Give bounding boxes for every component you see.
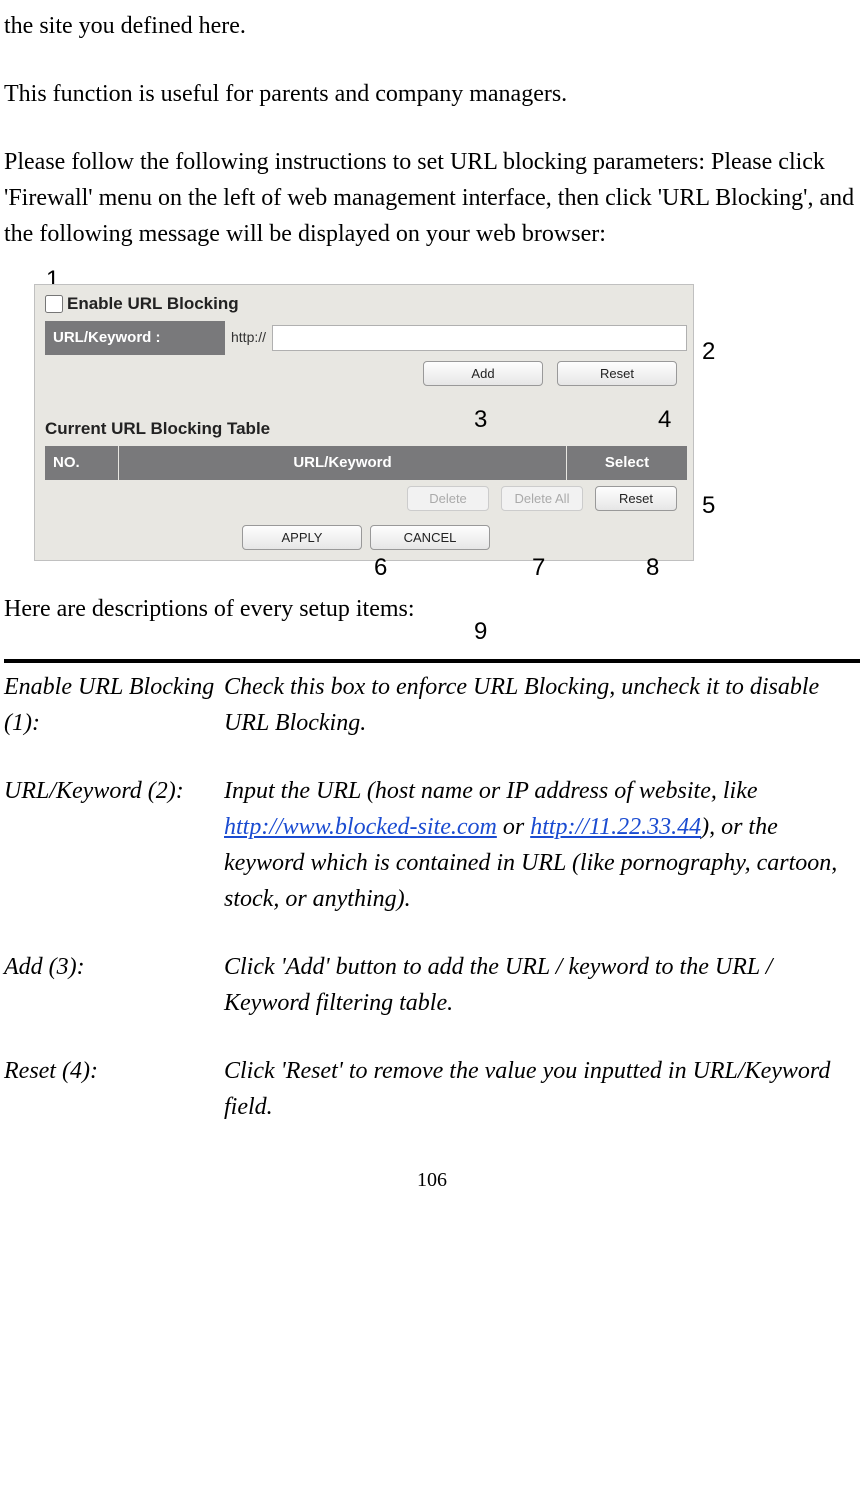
desc-label-reset: Reset (4):	[4, 1053, 224, 1125]
reset-button[interactable]: Reset	[557, 361, 677, 386]
add-button[interactable]: Add	[423, 361, 543, 386]
desc-url-pre: Input the URL (host name or IP address o…	[224, 778, 758, 804]
apply-button[interactable]: APPLY	[242, 525, 362, 550]
screenshot-wrapper: 1 Enable URL Blocking URL/Keyword : http…	[4, 284, 860, 561]
intro-line-3: Please follow the following instructions…	[4, 144, 860, 252]
annot-5: 5	[702, 488, 715, 524]
page-number: 106	[4, 1165, 860, 1195]
blocked-site-link[interactable]: http://www.blocked-site.com	[224, 814, 497, 840]
ip-link[interactable]: http://11.22.33.44	[530, 814, 701, 840]
divider	[4, 659, 860, 663]
intro-line-2: This function is useful for parents and …	[4, 76, 860, 112]
desc-row-url: URL/Keyword (2): Input the URL (host nam…	[4, 773, 860, 917]
url-keyword-label: URL/Keyword :	[45, 321, 225, 356]
desc-value-enable: Check this box to enforce URL Blocking, …	[224, 669, 860, 741]
http-prefix: http://	[231, 327, 266, 348]
desc-row-add: Add (3): Click 'Add' button to add the U…	[4, 949, 860, 1021]
th-no: NO.	[45, 446, 119, 481]
annot-8: 8	[646, 550, 659, 586]
desc-row-enable: Enable URL Blocking (1): Check this box …	[4, 669, 860, 741]
enable-url-blocking-label: Enable URL Blocking	[67, 291, 239, 317]
annot-7: 7	[532, 550, 545, 586]
enable-url-blocking-checkbox[interactable]	[45, 295, 63, 313]
description-table: Enable URL Blocking (1): Check this box …	[4, 669, 860, 1125]
url-blocking-panel: Enable URL Blocking URL/Keyword : http:/…	[34, 284, 694, 561]
desc-value-url: Input the URL (host name or IP address o…	[224, 773, 860, 917]
reset-table-button[interactable]: Reset	[595, 486, 677, 511]
annot-6: 6	[374, 550, 387, 586]
th-select: Select	[567, 446, 687, 481]
delete-all-button[interactable]: Delete All	[501, 486, 583, 511]
desc-row-reset: Reset (4): Click 'Reset' to remove the v…	[4, 1053, 860, 1125]
delete-button[interactable]: Delete	[407, 486, 489, 511]
cancel-button[interactable]: CANCEL	[370, 525, 490, 550]
desc-heading: Here are descriptions of every setup ite…	[4, 591, 860, 627]
url-keyword-input[interactable]	[272, 325, 687, 351]
table-header: NO. URL/Keyword Select	[45, 446, 687, 481]
desc-value-reset: Click 'Reset' to remove the value you in…	[224, 1053, 860, 1125]
desc-value-add: Click 'Add' button to add the URL / keyw…	[224, 949, 860, 1021]
desc-url-mid: or	[497, 814, 530, 840]
annot-9: 9	[474, 614, 487, 650]
desc-label-enable: Enable URL Blocking (1):	[4, 669, 224, 741]
annot-2: 2	[702, 334, 715, 370]
desc-label-url: URL/Keyword (2):	[4, 773, 224, 917]
annot-3: 3	[474, 402, 487, 438]
annot-4: 4	[658, 402, 671, 438]
intro-line-1: the site you defined here.	[4, 8, 860, 44]
desc-label-add: Add (3):	[4, 949, 224, 1021]
table-title: Current URL Blocking Table	[45, 416, 687, 442]
th-url-keyword: URL/Keyword	[119, 446, 567, 481]
